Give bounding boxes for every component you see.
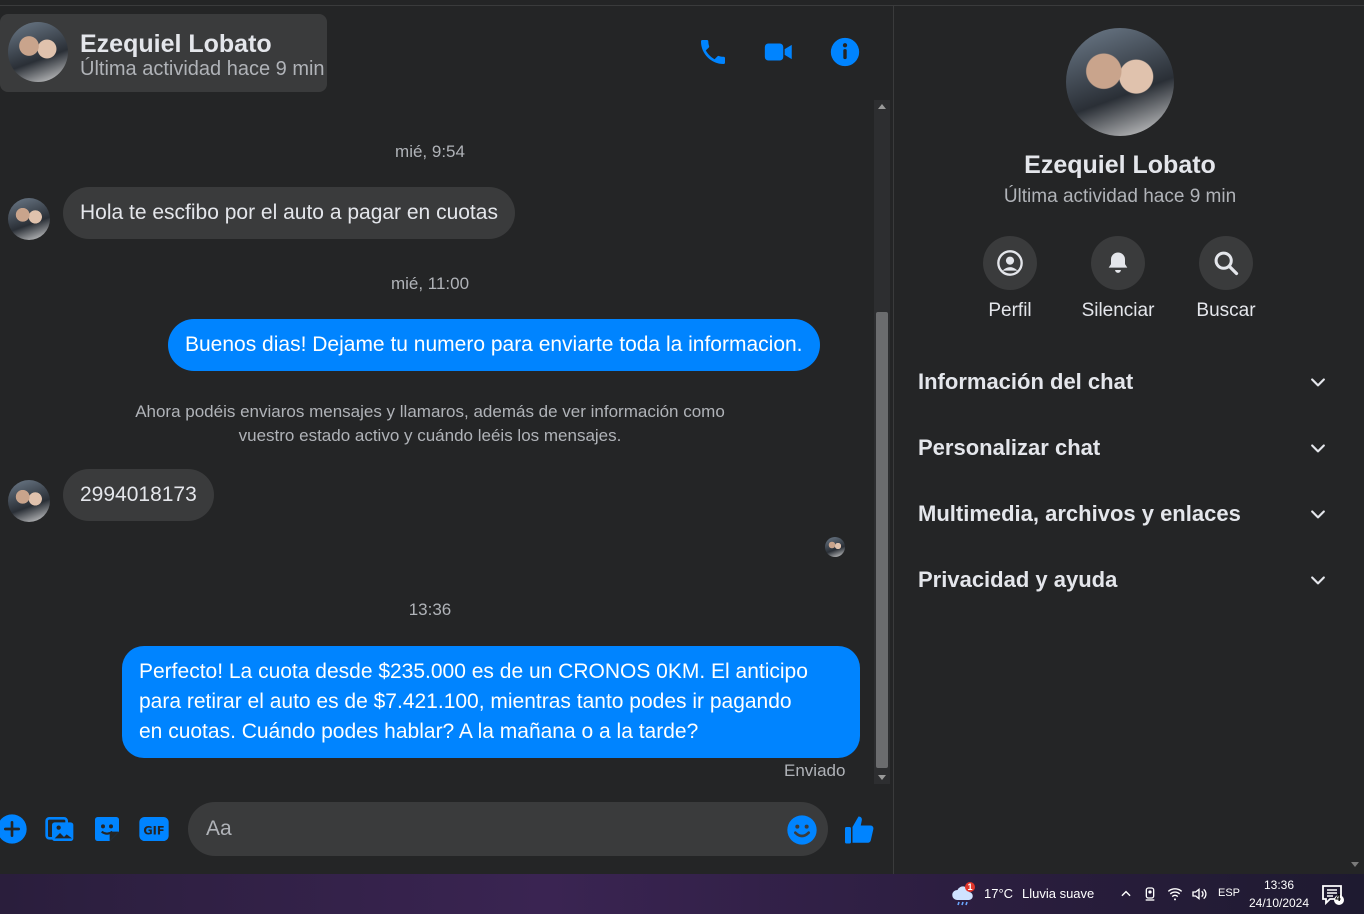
weather-badge: 1 bbox=[967, 882, 973, 892]
outgoing-message[interactable]: Perfecto! La cuota desde $235.000 es de … bbox=[122, 646, 860, 758]
section-label: Multimedia, archivos y enlaces bbox=[918, 501, 1241, 526]
language-indicator[interactable]: ESP bbox=[1214, 887, 1244, 899]
message-input[interactable]: Aa bbox=[188, 802, 828, 856]
system-notice: Ahora podéis enviaros mensajes y llamaro… bbox=[100, 400, 760, 448]
weather-desc[interactable]: Lluvia suave bbox=[1022, 886, 1094, 901]
phone-icon[interactable] bbox=[695, 34, 731, 70]
profile-label: Perfil bbox=[988, 300, 1032, 321]
section-customize-chat[interactable]: Personalizar chat bbox=[918, 423, 1328, 473]
contact-status: Última actividad hace 9 min bbox=[80, 58, 325, 80]
camera-status-icon[interactable] bbox=[1142, 885, 1160, 903]
chevron-down-icon bbox=[1311, 510, 1325, 519]
seen-receipt-avatar bbox=[825, 537, 845, 557]
message-list[interactable]: mié, 9:54 Hola te escfibo por el auto a … bbox=[0, 100, 872, 788]
panel-contact-name: Ezequiel Lobato bbox=[1024, 151, 1216, 179]
message-line: en cuotas. Cuándo podes hablar? A la mañ… bbox=[139, 720, 699, 743]
scroll-up-arrow[interactable] bbox=[878, 104, 886, 109]
weather-temp[interactable]: 17°C bbox=[984, 886, 1013, 901]
chevron-down-icon bbox=[1311, 378, 1325, 387]
wifi-icon[interactable] bbox=[1166, 885, 1184, 903]
section-chat-info[interactable]: Información del chat bbox=[918, 357, 1328, 407]
contact-avatar[interactable] bbox=[8, 22, 68, 82]
timestamp: mié, 11:00 bbox=[390, 274, 470, 293]
thumbs-up-icon[interactable] bbox=[841, 811, 879, 849]
plus-icon[interactable] bbox=[0, 812, 29, 846]
bell-icon bbox=[1091, 236, 1145, 290]
chevron-down-icon bbox=[1311, 444, 1325, 453]
chevron-down-icon bbox=[1311, 576, 1325, 585]
panel-contact-avatar[interactable] bbox=[1066, 28, 1174, 136]
incoming-message[interactable]: Hola te escfibo por el auto a pagar en c… bbox=[63, 187, 515, 239]
clock-time[interactable]: 13:36 bbox=[1248, 878, 1310, 892]
window-top-border bbox=[0, 0, 1364, 6]
timestamp: 13:36 bbox=[408, 600, 452, 619]
windows-taskbar: 1 17°C Lluvia suave ESP 13:36 24/10/2024… bbox=[0, 874, 1364, 914]
section-label: Privacidad y ayuda bbox=[918, 567, 1118, 592]
message-line: para retirar el auto es de $7.421.100, m… bbox=[139, 690, 792, 713]
window-scroll-down-arrow[interactable] bbox=[1351, 862, 1359, 867]
system-notice-line: Ahora podéis enviaros mensajes y llamaro… bbox=[135, 402, 725, 421]
messenger-window: Ezequiel Lobato Última actividad hace 9 … bbox=[0, 0, 1364, 874]
system-notice-line: vuestro estado activo y cuándo leéis los… bbox=[238, 426, 622, 445]
section-media-files-links[interactable]: Multimedia, archivos y enlaces bbox=[918, 489, 1328, 539]
message-scrollbar[interactable] bbox=[874, 100, 890, 784]
contact-name[interactable]: Ezequiel Lobato bbox=[80, 30, 272, 59]
message-line: Perfecto! La cuota desde $235.000 es de … bbox=[139, 660, 808, 683]
svg-text:GIF: GIF bbox=[143, 823, 164, 837]
incoming-message[interactable]: 2994018173 bbox=[63, 469, 214, 521]
message-input-placeholder: Aa bbox=[206, 817, 232, 840]
sender-avatar[interactable] bbox=[8, 480, 50, 522]
emoji-icon[interactable] bbox=[786, 814, 818, 846]
sticker-icon[interactable] bbox=[90, 812, 124, 846]
gif-icon[interactable]: GIF bbox=[137, 812, 171, 846]
profile-button[interactable]: Perfil bbox=[965, 236, 1055, 322]
timestamp: mié, 9:54 bbox=[395, 142, 465, 161]
outgoing-message[interactable]: Buenos dias! Dejame tu numero para envia… bbox=[168, 319, 820, 371]
panel-contact-status: Última actividad hace 9 min bbox=[1003, 186, 1237, 207]
sender-avatar[interactable] bbox=[8, 198, 50, 240]
search-button[interactable]: Buscar bbox=[1181, 236, 1271, 322]
scroll-thumb[interactable] bbox=[876, 312, 888, 768]
mute-button[interactable]: Silenciar bbox=[1073, 236, 1163, 322]
info-icon[interactable] bbox=[827, 34, 863, 70]
search-label: Buscar bbox=[1196, 300, 1256, 321]
notification-count: 4 bbox=[1335, 893, 1341, 904]
volume-icon[interactable] bbox=[1190, 885, 1208, 903]
chevron-up-icon[interactable] bbox=[1118, 886, 1134, 902]
video-call-icon[interactable] bbox=[761, 34, 797, 70]
chat-header[interactable]: Ezequiel Lobato Última actividad hace 9 … bbox=[0, 14, 327, 92]
section-label: Personalizar chat bbox=[918, 435, 1101, 460]
section-privacy-help[interactable]: Privacidad y ayuda bbox=[918, 555, 1328, 605]
clock-date[interactable]: 24/10/2024 bbox=[1244, 896, 1314, 910]
profile-icon bbox=[983, 236, 1037, 290]
image-icon[interactable] bbox=[43, 812, 77, 846]
scroll-down-arrow[interactable] bbox=[878, 775, 886, 780]
search-icon bbox=[1199, 236, 1253, 290]
mute-label: Silenciar bbox=[1081, 300, 1155, 321]
section-label: Información del chat bbox=[918, 369, 1134, 394]
delivery-status: Enviado bbox=[784, 761, 846, 780]
panel-divider bbox=[893, 6, 894, 874]
